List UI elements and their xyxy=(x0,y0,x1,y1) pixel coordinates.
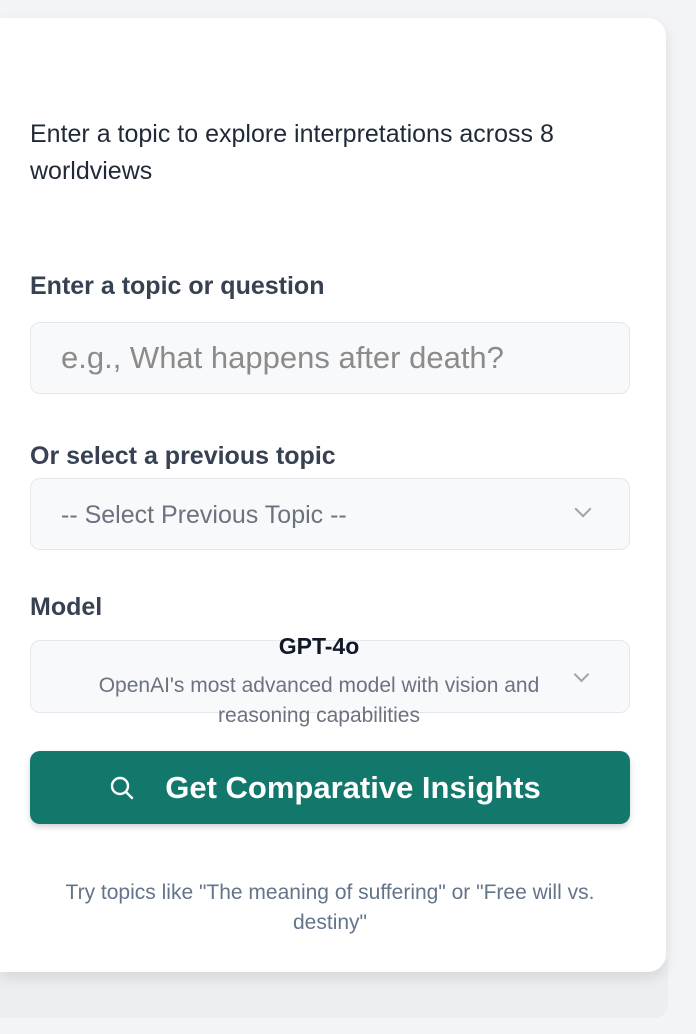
model-name: GPT-4o xyxy=(278,633,360,659)
intro-text: Enter a topic to explore interpretations… xyxy=(30,120,554,185)
model-select[interactable]: GPT-4o OpenAI's most advanced model with… xyxy=(30,633,630,727)
get-insights-button[interactable]: Get Comparative Insights xyxy=(30,751,630,824)
topic-label: Enter a topic or question xyxy=(30,272,325,300)
previous-topic-select[interactable]: -- Select Previous Topic -- xyxy=(30,478,630,550)
search-icon xyxy=(107,773,137,803)
previous-topic-value: -- Select Previous Topic -- xyxy=(61,501,347,529)
topic-input[interactable] xyxy=(30,322,630,394)
topic-hint: Try topics like "The meaning of sufferin… xyxy=(65,881,595,934)
page: Enter a topic to explore interpretations… xyxy=(0,0,696,1034)
previous-topic-label: Or select a previous topic xyxy=(30,442,336,470)
get-insights-label: Get Comparative Insights xyxy=(165,769,541,805)
chevron-down-icon xyxy=(574,500,592,518)
model-label: Model xyxy=(30,593,103,621)
chevron-down-icon xyxy=(573,666,590,683)
model-description: OpenAI's most advanced model with vision… xyxy=(98,674,540,727)
